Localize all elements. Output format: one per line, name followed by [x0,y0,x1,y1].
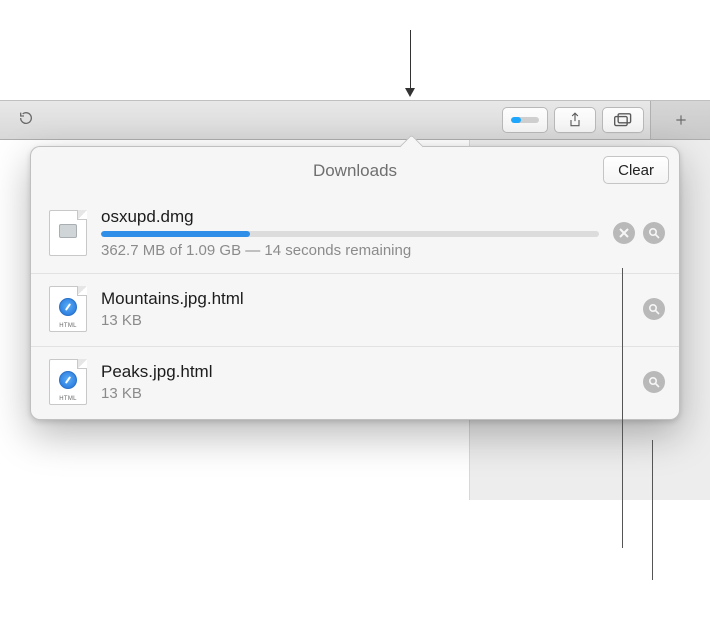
reload-icon [18,110,34,126]
downloads-title: Downloads [313,161,397,181]
downloads-toolbar-progress-fill [511,117,521,123]
canvas-bottom [0,500,710,620]
magnifier-icon [648,227,660,239]
callout-line-cancel [622,268,623,548]
magnifier-icon [648,303,660,315]
plus-icon [674,113,688,127]
share-button[interactable] [554,107,596,133]
safari-html-icon: HTML [49,286,87,332]
canvas-top [0,0,710,100]
download-filename: Peaks.jpg.html [101,362,629,382]
safari-html-icon: HTML [49,359,87,405]
download-progress-bar [101,231,599,237]
reveal-in-finder-button[interactable] [643,222,665,244]
share-icon [568,112,582,128]
download-row: HTML Peaks.jpg.html 13 KB [31,346,679,419]
download-filename: osxupd.dmg [101,207,599,227]
download-row: osxupd.dmg 362.7 MB of 1.09 GB — 14 seco… [31,195,679,273]
reveal-in-finder-button[interactable] [643,298,665,320]
new-tab-button[interactable] [650,101,710,139]
callout-line-downloads [410,30,411,88]
close-icon [619,228,629,238]
download-progress-fill [101,231,250,237]
callout-line-reveal [652,440,653,580]
download-info: Peaks.jpg.html 13 KB [101,362,629,402]
download-filename: Mountains.jpg.html [101,289,629,309]
disk-image-icon [49,210,87,256]
downloads-list: osxupd.dmg 362.7 MB of 1.09 GB — 14 seco… [31,195,679,419]
download-info: Mountains.jpg.html 13 KB [101,289,629,329]
downloads-toolbar-progress [511,117,539,123]
download-info: osxupd.dmg 362.7 MB of 1.09 GB — 14 seco… [101,207,599,259]
download-status: 13 KB [101,385,629,402]
file-icon-label: HTML [49,323,87,329]
download-status: 362.7 MB of 1.09 GB — 14 seconds remaini… [101,242,599,259]
downloads-header: Downloads Clear [31,147,679,195]
browser-toolbar [0,100,710,140]
downloads-popover: Downloads Clear osxupd.dmg 362.7 MB of 1… [30,146,680,420]
reveal-in-finder-button[interactable] [643,371,665,393]
file-icon-label: HTML [49,396,87,402]
downloads-button[interactable] [502,107,548,133]
callout-arrowhead-downloads [405,88,415,97]
cancel-download-button[interactable] [613,222,635,244]
download-status: 13 KB [101,312,629,329]
magnifier-icon [648,376,660,388]
tabs-button[interactable] [602,107,644,133]
tabs-icon [614,113,632,127]
clear-button[interactable]: Clear [603,156,669,184]
reload-button[interactable] [18,110,52,131]
download-row: HTML Mountains.jpg.html 13 KB [31,273,679,346]
